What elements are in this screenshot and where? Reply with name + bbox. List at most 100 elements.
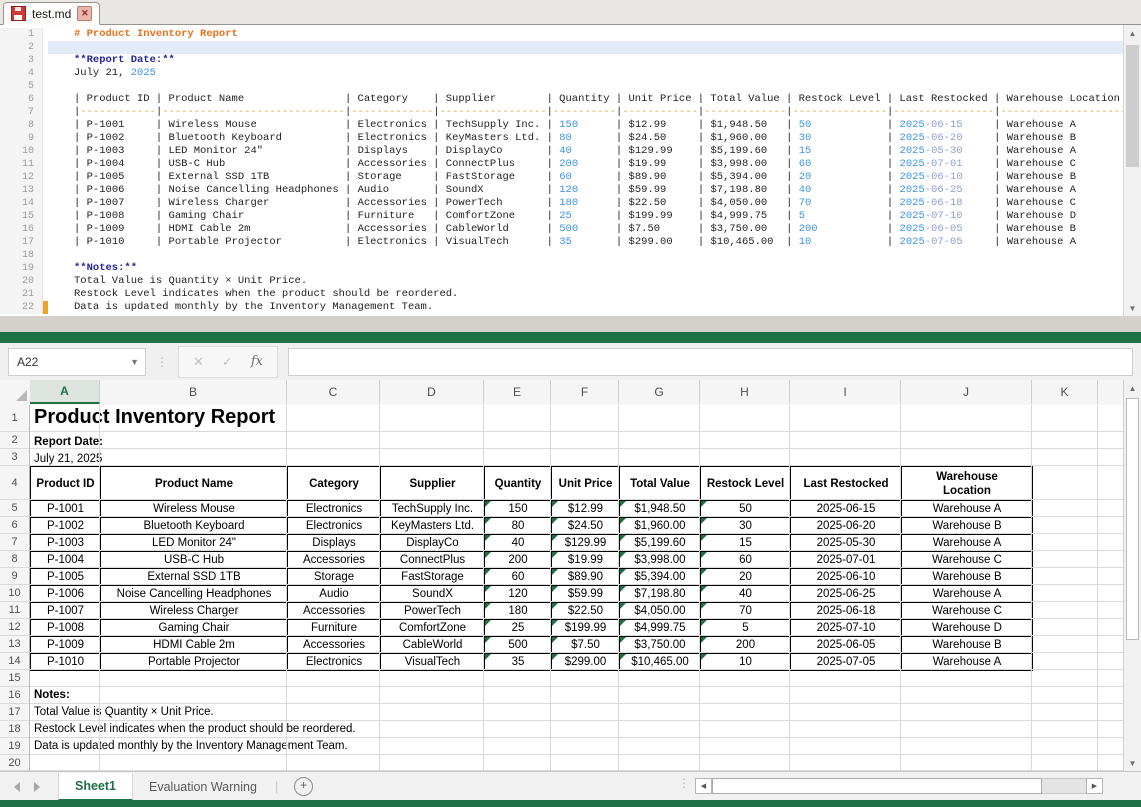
editor-line[interactable]: 15| P-1008 | Gaming Chair | Furniture | … [0, 210, 1124, 223]
column-header-i[interactable]: I [790, 380, 901, 404]
code-text: | P-1005 | External SSD 1TB | Storage | … [48, 171, 1124, 184]
add-sheet-icon[interactable]: + [294, 777, 313, 796]
column-header-a[interactable]: A [30, 380, 100, 404]
editor-line[interactable]: 5 [0, 80, 1124, 93]
horizontal-scrollbar-track[interactable] [1042, 778, 1086, 794]
row-header-11[interactable]: 11 [0, 602, 30, 619]
scroll-down-icon[interactable]: ▼ [1124, 300, 1141, 316]
sheet-vertical-scrollbar[interactable]: ▲ ▼ [1123, 380, 1141, 771]
editor-line[interactable]: 8| P-1001 | Wireless Mouse | Electronics… [0, 119, 1124, 132]
cell-a1-title[interactable]: Product Inventory Report [34, 406, 275, 429]
row-header-7[interactable]: 7 [0, 534, 30, 551]
select-all-corner[interactable] [0, 380, 31, 404]
tab-close-icon[interactable]: ✕ [77, 6, 92, 21]
scroll-up-icon[interactable]: ▲ [1124, 25, 1141, 41]
editor-line[interactable]: 14| P-1007 | Wireless Charger | Accessor… [0, 197, 1124, 210]
editor-line[interactable]: 3**Report Date:** [0, 54, 1124, 67]
editor-line[interactable]: 16| P-1009 | HDMI Cable 2m | Accessories… [0, 223, 1124, 236]
table-header-cell[interactable]: Product ID [31, 467, 101, 501]
fx-icon[interactable]: fx [251, 354, 263, 369]
row-header-2[interactable]: 2 [0, 432, 30, 449]
row-header-3[interactable]: 3 [0, 449, 30, 466]
row-header-17[interactable]: 17 [0, 704, 30, 721]
editor-line[interactable]: 4July 21, 2025 [0, 67, 1124, 80]
editor-line[interactable]: 11| P-1004 | USB-C Hub | Accessories | C… [0, 158, 1124, 171]
horizontal-scrollbar[interactable]: ◀ ▶ [695, 778, 1103, 794]
column-header-g[interactable]: G [619, 380, 700, 404]
column-header-c[interactable]: C [287, 380, 380, 404]
row-header-20[interactable]: 20 [0, 755, 30, 771]
table-header-cell[interactable]: Last Restocked [791, 467, 902, 501]
table-header-cell[interactable]: Unit Price [552, 467, 620, 501]
editor-text-area[interactable]: 1# Product Inventory Report23**Report Da… [0, 25, 1124, 316]
row-header-10[interactable]: 10 [0, 585, 30, 602]
horizontal-scrollbar-thumb[interactable] [712, 778, 1042, 794]
row-header-15[interactable]: 15 [0, 670, 30, 687]
name-box[interactable]: A22 ▼ [8, 348, 146, 376]
column-header-e[interactable]: E [484, 380, 551, 404]
sheet-tab-evaluation-warning[interactable]: Evaluation Warning [133, 780, 273, 794]
row-header-14[interactable]: 14 [0, 653, 30, 670]
row-header-12[interactable]: 12 [0, 619, 30, 636]
editor-line[interactable]: 7|------------|-------------------------… [0, 106, 1124, 119]
column-header-j[interactable]: J [901, 380, 1032, 404]
row-header-4[interactable]: 4 [0, 466, 30, 500]
table-header-cell[interactable]: Product Name [101, 467, 288, 501]
editor-line[interactable]: 13| P-1006 | Noise Cancelling Headphones… [0, 184, 1124, 197]
editor-line[interactable]: 9| P-1002 | Bluetooth Keyboard | Electro… [0, 132, 1124, 145]
row-header-19[interactable]: 19 [0, 738, 30, 755]
row-header-8[interactable]: 8 [0, 551, 30, 568]
spreadsheet-bottom-accent-bar [0, 800, 1141, 807]
row-header-18[interactable]: 18 [0, 721, 30, 738]
row-header-9[interactable]: 9 [0, 568, 30, 585]
editor-line[interactable]: 17| P-1010 | Portable Projector | Electr… [0, 236, 1124, 249]
cell-a16-notes-label[interactable]: Notes: [34, 687, 70, 704]
cell-a17-note[interactable]: Total Value is Quantity × Unit Price. [34, 704, 214, 721]
cancel-icon[interactable]: ✕ [193, 354, 204, 370]
editor-line[interactable]: 21Restock Level indicates when the produ… [0, 288, 1124, 301]
row-header-16[interactable]: 16 [0, 687, 30, 704]
table-header-cell[interactable]: Category [288, 467, 381, 501]
enter-icon[interactable]: ✓ [222, 354, 233, 370]
column-header-h[interactable]: H [700, 380, 790, 404]
table-header-cell[interactable]: Restock Level [701, 467, 791, 501]
editor-line[interactable]: 2 [0, 41, 1124, 54]
column-header-d[interactable]: D [380, 380, 484, 404]
cell-a19-note[interactable]: Data is updated monthly by the Inventory… [34, 738, 348, 755]
sheet-grid[interactable]: Product Inventory Report Report Date: Ju… [0, 405, 1124, 771]
editor-line[interactable]: 18 [0, 249, 1124, 262]
editor-line[interactable]: 6| Product ID | Product Name | Category … [0, 93, 1124, 106]
row-header-1[interactable]: 1 [0, 405, 30, 432]
editor-line[interactable]: 10| P-1003 | LED Monitor 24" | Displays … [0, 145, 1124, 158]
formula-input[interactable] [288, 348, 1133, 376]
gridline [30, 737, 1124, 738]
editor-line[interactable]: 22Data is updated monthly by the Invento… [0, 301, 1124, 314]
editor-line[interactable]: 12| P-1005 | External SSD 1TB | Storage … [0, 171, 1124, 184]
table-header-cell[interactable]: Warehouse Location [902, 467, 1033, 501]
tab-nav-left-icon[interactable] [14, 782, 20, 792]
table-header-cell[interactable]: Supplier [381, 467, 485, 501]
editor-vertical-scrollbar[interactable]: ▲ ▼ [1123, 25, 1141, 316]
editor-line[interactable]: 20Total Value is Quantity × Unit Price. [0, 275, 1124, 288]
sheet-scrollbar-thumb[interactable] [1126, 398, 1139, 640]
column-header-f[interactable]: F [551, 380, 619, 404]
chevron-down-icon[interactable]: ▼ [130, 357, 139, 367]
scroll-up-icon[interactable]: ▲ [1124, 380, 1141, 396]
cell-a18-note[interactable]: Restock Level indicates when the product… [34, 721, 356, 738]
editor-tab-test-md[interactable]: test.md ✕ [3, 2, 100, 25]
scroll-down-icon[interactable]: ▼ [1124, 755, 1141, 771]
editor-line[interactable]: 19**Notes:** [0, 262, 1124, 275]
row-header-13[interactable]: 13 [0, 636, 30, 653]
table-header-cell[interactable]: Total Value [620, 467, 701, 501]
editor-scrollbar-thumb[interactable] [1126, 45, 1139, 167]
column-header-b[interactable]: B [100, 380, 287, 404]
scroll-right-icon[interactable]: ▶ [1086, 778, 1103, 794]
scroll-left-icon[interactable]: ◀ [695, 778, 712, 794]
table-header-cell[interactable]: Quantity [485, 467, 552, 501]
row-header-6[interactable]: 6 [0, 517, 30, 534]
row-header-5[interactable]: 5 [0, 500, 30, 517]
tab-nav-right-icon[interactable] [34, 782, 40, 792]
sheet-tab-sheet1[interactable]: Sheet1 [58, 773, 133, 801]
editor-line[interactable]: 1# Product Inventory Report [0, 28, 1124, 41]
column-header-k[interactable]: K [1032, 380, 1098, 404]
